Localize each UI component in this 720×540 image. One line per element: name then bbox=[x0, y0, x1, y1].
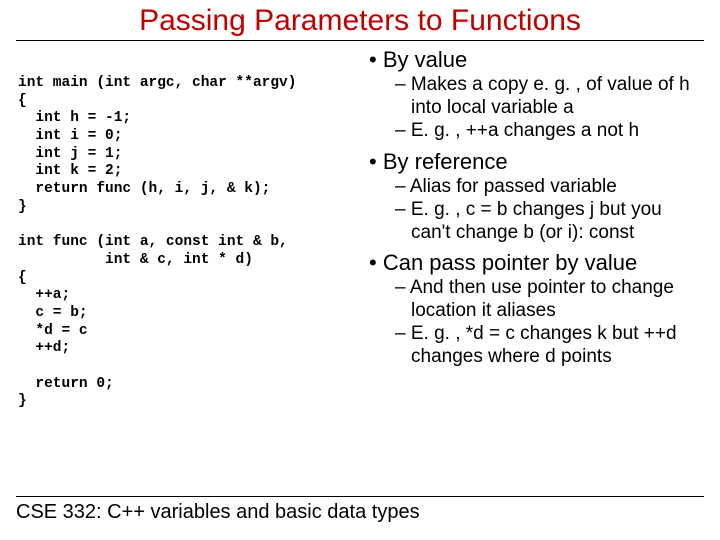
content-columns: int main (int argc, char **argv) { int h… bbox=[16, 47, 704, 411]
bullet-text: By reference bbox=[383, 149, 508, 174]
bullet-list: By value Makes a copy e. g. , of value o… bbox=[369, 47, 704, 368]
sub-item: E. g. , c = b changes j but you can't ch… bbox=[395, 199, 704, 244]
bullet-item: By reference Alias for passed variable E… bbox=[369, 149, 704, 245]
bullets-column: By value Makes a copy e. g. , of value o… bbox=[363, 47, 704, 411]
code-column: int main (int argc, char **argv) { int h… bbox=[16, 47, 363, 411]
bullet-text: Can pass pointer by value bbox=[383, 250, 637, 275]
slide-title: Passing Parameters to Functions bbox=[16, 4, 704, 38]
sub-list: And then use pointer to change location … bbox=[369, 277, 704, 368]
sub-list: Alias for passed variable E. g. , c = b … bbox=[369, 176, 704, 244]
bullet-item: By value Makes a copy e. g. , of value o… bbox=[369, 47, 704, 143]
slide-footer: CSE 332: C++ variables and basic data ty… bbox=[16, 496, 704, 524]
title-rule bbox=[16, 40, 704, 41]
bullet-text: By value bbox=[383, 47, 467, 72]
code-block: int main (int argc, char **argv) { int h… bbox=[18, 75, 363, 411]
slide: Passing Parameters to Functions int main… bbox=[0, 0, 720, 540]
bullet-item: Can pass pointer by value And then use p… bbox=[369, 250, 704, 368]
sub-item: E. g. , ++a changes a not h bbox=[395, 120, 704, 142]
footer-rule bbox=[16, 496, 704, 497]
footer-text: CSE 332: C++ variables and basic data ty… bbox=[16, 501, 704, 524]
sub-item: E. g. , *d = c changes k but ++d changes… bbox=[395, 323, 704, 368]
sub-item: Alias for passed variable bbox=[395, 176, 704, 198]
sub-list: Makes a copy e. g. , of value of h into … bbox=[369, 74, 704, 142]
sub-item: And then use pointer to change location … bbox=[395, 277, 704, 322]
sub-item: Makes a copy e. g. , of value of h into … bbox=[395, 74, 704, 119]
